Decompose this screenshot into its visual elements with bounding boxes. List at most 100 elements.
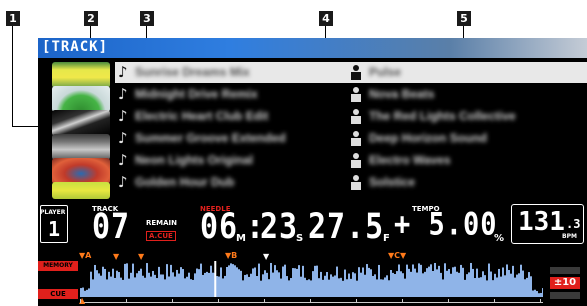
callout-2: 2 — [84, 11, 98, 26]
waveform-bar — [292, 268, 294, 297]
artwork-thumbnail — [52, 86, 110, 112]
browse-header-bar: [TRACK] — [38, 38, 587, 58]
track-row[interactable]: ♪ Neon Lights Original Electro Waves — [115, 150, 587, 171]
waveform-bar — [346, 279, 348, 297]
hot-cue-a-marker: ▼A — [79, 251, 92, 260]
waveform-bar — [274, 265, 276, 297]
music-note-icon: ♪ — [118, 85, 128, 103]
track-row[interactable]: ♪ Midnight Drive Remix Nova Beats — [115, 84, 587, 105]
waveform-bar — [414, 268, 416, 297]
waveform-bar — [176, 269, 178, 297]
waveform-bar — [532, 290, 534, 297]
artist-name: Solstice — [369, 175, 416, 189]
waveform-bar — [202, 274, 204, 297]
minutes-unit: M — [236, 233, 246, 244]
player-number: 1 — [48, 217, 61, 241]
waveform-bar — [320, 271, 322, 297]
waveform-bar — [272, 272, 274, 297]
waveform-bar — [354, 273, 356, 297]
waveform-bar — [154, 274, 156, 297]
waveform-bar — [522, 270, 524, 297]
waveform-bar — [500, 276, 502, 297]
waveform-bar — [276, 270, 278, 297]
waveform-bar — [106, 279, 108, 297]
time-scale-line — [80, 302, 543, 303]
waveform-bar — [448, 269, 450, 297]
artwork-thumbnail — [52, 182, 110, 199]
waveform-bar — [464, 279, 466, 297]
waveform-bar — [244, 274, 246, 297]
waveform-bar — [240, 270, 242, 297]
artist-icon — [351, 175, 361, 190]
player-screen: [TRACK] ♪ Sunrise Dreams Mix Pulse ♪ Mid… — [38, 38, 587, 306]
hot-cue-b-label: B — [231, 251, 238, 260]
waveform-bar — [168, 276, 170, 297]
bpm-box: 131 .3 BPM — [511, 204, 584, 244]
artist-icon — [351, 153, 361, 168]
waveform-bar — [138, 270, 140, 297]
waveform-bar — [192, 279, 194, 297]
bpm-label: BPM — [562, 233, 577, 240]
waveform-bar — [196, 268, 198, 297]
waveform-bar — [542, 288, 543, 297]
waveform-bar — [318, 278, 320, 297]
waveform-bar — [280, 278, 282, 297]
waveform-bar — [492, 280, 494, 297]
time-scale-tick — [402, 299, 403, 303]
hot-cue-b-marker: ▼B — [225, 251, 238, 260]
time-scale-tick — [356, 299, 357, 303]
time-scale-tick — [172, 299, 173, 303]
waveform-bar — [426, 268, 428, 297]
waveform-bar — [206, 271, 208, 297]
waveform-bar — [208, 272, 210, 297]
track-waveform[interactable] — [80, 261, 543, 297]
waveform-bar — [498, 268, 500, 297]
waveform-bar — [142, 275, 144, 297]
waveform-bar — [144, 277, 146, 297]
waveform-bar — [302, 265, 304, 297]
waveform-bar — [112, 268, 114, 297]
waveform-bar — [288, 280, 290, 297]
waveform-bar — [316, 265, 318, 297]
waveform-bar — [430, 264, 432, 297]
waveform-bar — [278, 272, 280, 297]
time-scale-tick — [264, 299, 265, 303]
waveform-bar — [438, 265, 440, 297]
artwork-thumbnail — [52, 134, 110, 160]
waveform-bar — [402, 273, 404, 297]
waveform-bar — [162, 274, 164, 297]
auto-cue-indicator: A.CUE — [146, 231, 176, 241]
waveform-bar — [386, 275, 388, 297]
waveform-bar — [294, 268, 296, 297]
waveform-bar — [88, 288, 90, 297]
waveform-bar — [530, 276, 532, 297]
waveform-bar — [476, 268, 478, 297]
waveform-bar — [328, 279, 330, 297]
track-row[interactable]: ♪ Electric Heart Club Edit The Red Light… — [115, 106, 587, 127]
waveform-bar — [398, 264, 400, 297]
waveform-bar — [458, 272, 460, 297]
waveform-bar — [268, 279, 270, 297]
track-row[interactable]: ♪ Sunrise Dreams Mix Pulse — [115, 62, 587, 83]
tempo-range-indicator — [550, 292, 580, 299]
waveform-bar — [362, 267, 364, 297]
track-row[interactable]: ♪ Summer Groove Extended Deep Horizon So… — [115, 128, 587, 149]
deck-status-display: PLAYER 1 TRACK 07 REMAIN A.CUE NEEDLE 06… — [38, 199, 587, 306]
waveform-bar — [238, 269, 240, 297]
music-note-icon: ♪ — [118, 63, 128, 81]
waveform-bar — [410, 271, 412, 297]
waveform-bar — [334, 275, 336, 297]
bpm-decimal: .3 — [566, 217, 581, 231]
waveform-bar — [136, 273, 138, 297]
waveform-bar — [164, 279, 166, 297]
artist-icon — [351, 65, 361, 80]
waveform-bar — [384, 277, 386, 297]
waveform-bar — [526, 277, 528, 297]
waveform-bar — [234, 265, 236, 297]
waveform-bar — [222, 278, 224, 297]
track-row[interactable]: ♪ Golden Hour Dub Solstice — [115, 172, 587, 193]
artwork-thumbnail — [52, 158, 110, 184]
waveform-bar — [512, 265, 514, 297]
waveform-bar — [416, 272, 418, 297]
waveform-bar — [296, 268, 298, 297]
